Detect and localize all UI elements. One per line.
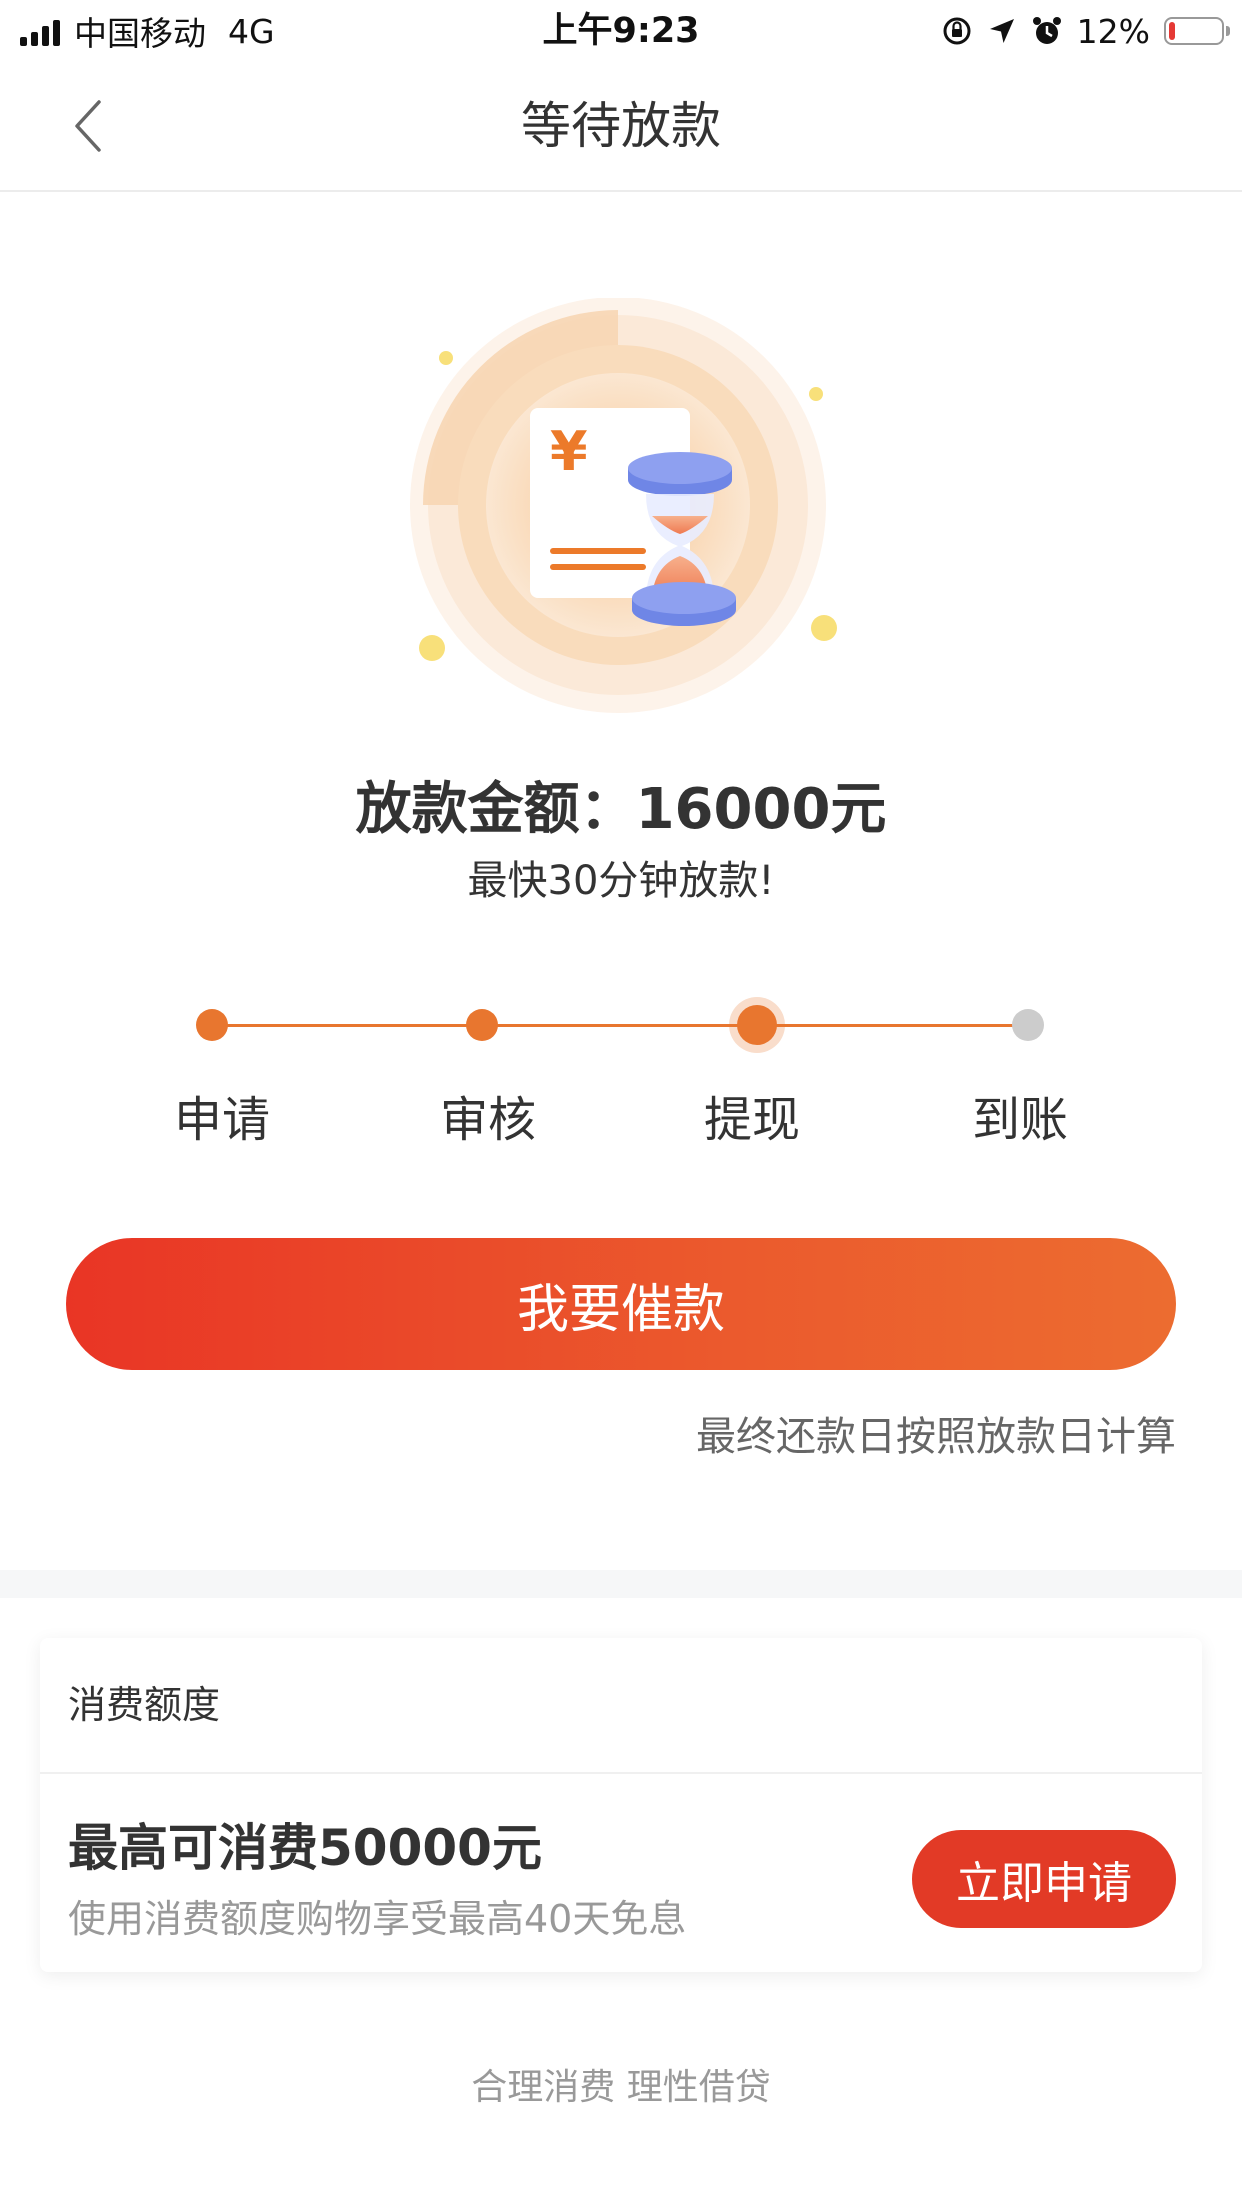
battery-icon [1164,17,1230,45]
consumer-credit-card: 消费额度 最高可消费50000元 使用消费额度购物享受最高40天免息 立即申请 [40,1638,1202,1972]
loan-subtitle: 最快30分钟放款! [467,858,775,904]
page-title: 等待放款 [521,97,721,155]
credit-limit-text: 最高可消费50000元 [68,1819,542,1877]
progress-line-2 [482,1024,756,1027]
hourglass-document-icon: ¥ [410,298,837,713]
step-label-arrive: 到账 [971,1092,1068,1148]
step-dot-withdraw [737,1005,777,1045]
step-dot-apply [196,1009,228,1041]
card-header: 消费额度 [68,1683,221,1727]
step-dot-review [466,1009,498,1041]
status-bar: 中国移动 4G 上午9:23 12% [0,0,1242,62]
step-label-withdraw: 提现 [703,1092,800,1148]
nav-bar: 等待放款 [0,62,1242,192]
apply-now-button[interactable]: 立即申请 [912,1830,1176,1928]
progress-line-1 [212,1024,482,1027]
section-separator [0,1570,1242,1598]
step-label-apply: 申请 [173,1092,270,1148]
card-divider [40,1772,1202,1774]
credit-description: 使用消费额度购物享受最高40天免息 [68,1897,687,1941]
loan-amount: 放款金额：16000元 [355,777,887,842]
back-button[interactable] [58,94,118,158]
footer-slogan: 合理消费 理性借贷 [471,2067,771,2108]
location-icon [989,19,1014,43]
repayment-note: 最终还款日按照放款日计算 [696,1414,1176,1460]
battery-percent: 12% [1076,11,1150,51]
status-right: 12% [941,8,1230,54]
step-label-review: 审核 [439,1092,536,1148]
orientation-lock-icon [943,17,971,45]
back-chevron-icon [75,100,101,152]
battery-level [1169,22,1175,40]
step-dot-arrive [1012,1009,1044,1041]
alarm-icon [1032,17,1061,44]
urge-payment-button[interactable]: 我要催款 [66,1238,1176,1370]
progress-line-3 [756,1024,1028,1027]
currency-symbol: ¥ [550,420,588,483]
loan-progress: 申请 审核 提现 到账 [0,990,1242,1170]
